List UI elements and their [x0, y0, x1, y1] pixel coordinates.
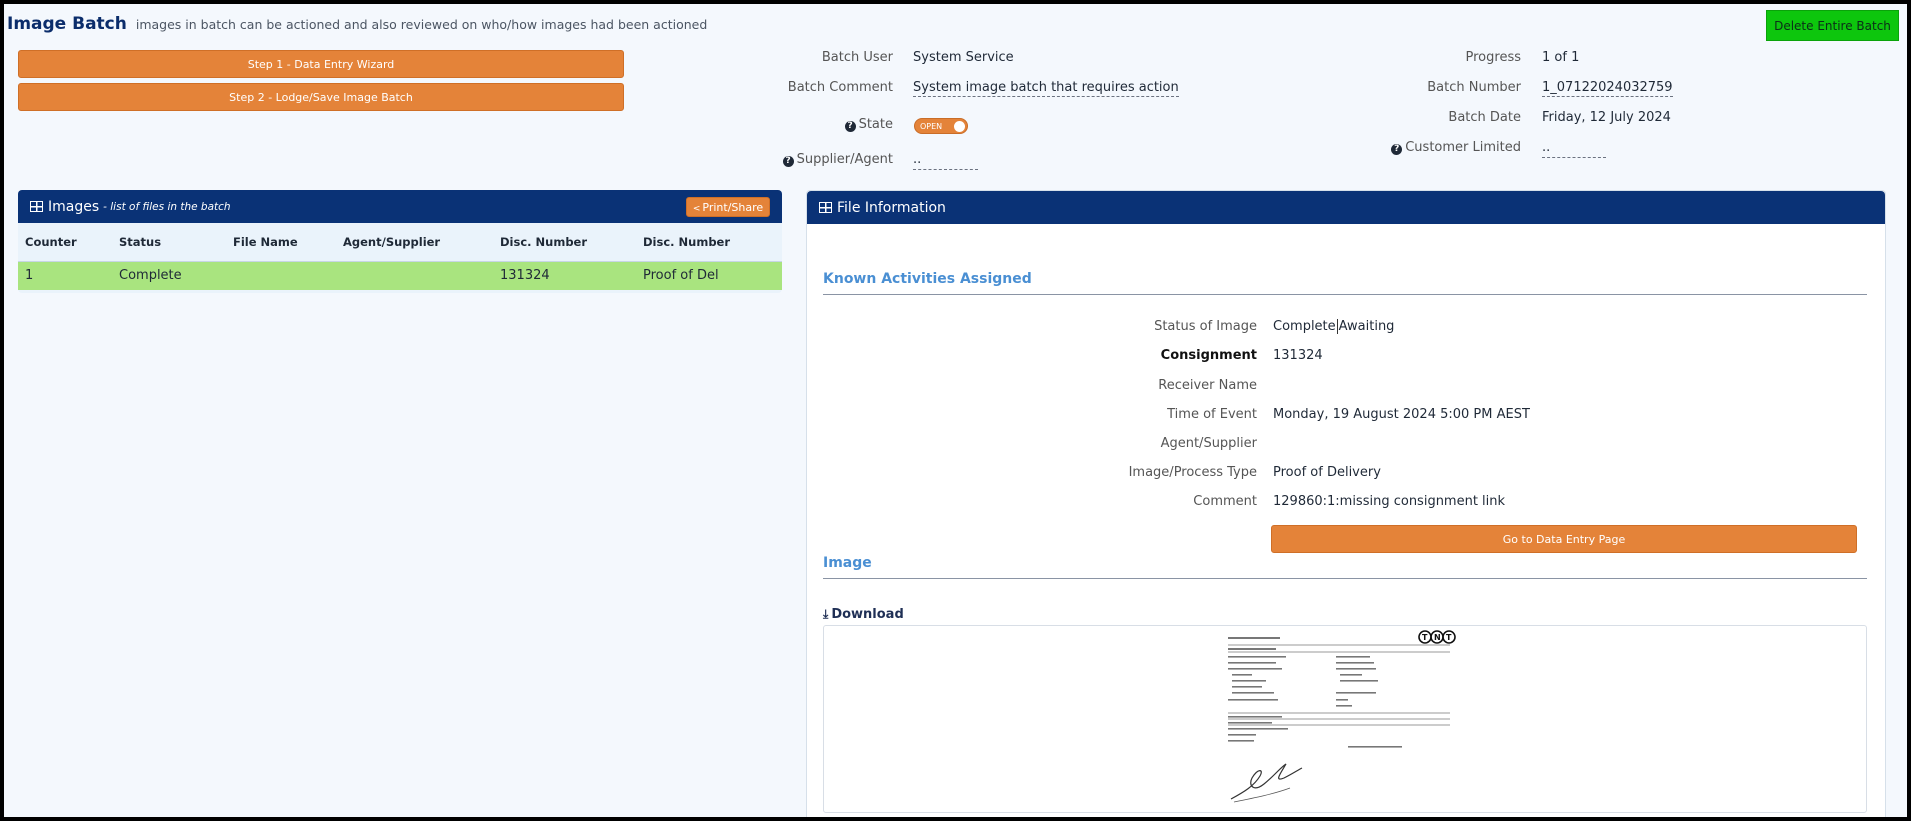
file-information-panel: File Information Known Activities Assign…	[806, 190, 1886, 817]
batch-comment-label: Batch Comment	[787, 80, 893, 95]
batch-date-value: Friday, 12 July 2024	[1542, 110, 1671, 125]
print-share-label: Print/Share	[702, 200, 764, 214]
print-share-button[interactable]: < Print/Share	[686, 197, 770, 217]
images-table: Counter Status File Name Agent/Supplier …	[18, 223, 782, 290]
supplier-agent-label-text: Supplier/Agent	[796, 152, 893, 167]
page-subtitle: images in batch can be actioned and also…	[135, 17, 708, 32]
svg-text:T: T	[1422, 633, 1428, 642]
pod-document-thumbnail: T N T	[1228, 630, 1456, 803]
help-icon[interactable]: ?	[844, 121, 856, 132]
comment-label: Comment	[1193, 494, 1257, 509]
state-toggle-text: OPEN	[920, 122, 943, 131]
table-cell: 1	[18, 261, 112, 290]
column-header[interactable]: Counter	[18, 223, 112, 262]
svg-text:N: N	[1434, 633, 1441, 642]
section-divider	[823, 294, 1867, 295]
batch-number-value[interactable]: 1_07122024032759	[1542, 80, 1673, 97]
help-icon[interactable]: ?	[1391, 144, 1403, 155]
file-panel-title: File Information	[837, 199, 946, 216]
consignment-value: 131324	[1273, 348, 1323, 363]
step1-data-entry-wizard-button[interactable]: Step 1 - Data Entry Wizard	[18, 50, 624, 78]
download-link[interactable]: ⤓ Download	[823, 607, 904, 622]
signature	[1230, 763, 1303, 800]
table-cell: Proof of Del	[636, 261, 782, 290]
images-panel-header: Images - list of files in the batch < Pri…	[18, 190, 782, 223]
state-label-text: State	[858, 117, 893, 132]
table-row[interactable]: 1 Complete 131324 Proof of Del	[18, 261, 782, 290]
status-separator	[1336, 319, 1338, 334]
batch-date-label: Batch Date	[1448, 110, 1521, 125]
table-cell	[336, 261, 493, 290]
image-preview[interactable]: T N T	[823, 625, 1867, 813]
supplier-agent-label: ? Supplier/Agent	[782, 152, 893, 167]
batch-comment-value[interactable]: System image batch that requires action	[913, 80, 1179, 97]
batch-user-value: System Service	[913, 50, 1014, 65]
column-header[interactable]: Disc. Number	[493, 223, 636, 262]
state-label: ? State	[844, 117, 893, 132]
tnt-logo: T N T	[1418, 630, 1456, 644]
time-of-event-label: Time of Event	[1167, 407, 1257, 422]
delete-entire-batch-button[interactable]: Delete Entire Batch	[1766, 10, 1899, 41]
known-activities-title: Known Activities Assigned	[823, 271, 1032, 287]
table-cell: Complete	[112, 261, 226, 290]
column-header[interactable]: Status	[112, 223, 226, 262]
comment-value: 129860:1:missing consignment link	[1273, 494, 1506, 509]
time-of-event-value: Monday, 19 August 2024 5:00 PM AEST	[1273, 407, 1530, 422]
table-icon	[30, 201, 43, 212]
table-icon	[819, 202, 832, 213]
title-row: Image Batch images in batch can be actio…	[7, 14, 707, 34]
receiver-name-label: Receiver Name	[1158, 378, 1257, 393]
consignment-label: Consignment	[1160, 348, 1257, 363]
go-to-data-entry-button[interactable]: Go to Data Entry Page	[1271, 525, 1857, 553]
page: Image Batch images in batch can be actio…	[4, 4, 1907, 817]
supplier-agent-value[interactable]: ..	[913, 152, 978, 170]
status-of-image-label: Status of Image	[1154, 319, 1257, 334]
customer-label: ? Customer Limited	[1391, 140, 1521, 155]
toggle-knob	[954, 121, 965, 132]
batch-user-label: Batch User	[821, 50, 893, 65]
status-awaiting: Awaiting	[1338, 319, 1395, 334]
status-of-image-value: Complete Awaiting	[1273, 319, 1394, 334]
images-panel: Images - list of files in the batch < Pri…	[18, 190, 782, 293]
customer-value[interactable]: ..	[1542, 140, 1606, 158]
step2-lodge-save-button[interactable]: Step 2 - Lodge/Save Image Batch	[18, 83, 624, 111]
table-cell: 131324	[493, 261, 636, 290]
images-panel-subtitle: - list of files in the batch	[103, 200, 231, 213]
customer-label-text: Customer Limited	[1405, 140, 1521, 155]
image-process-type-value: Proof of Delivery	[1273, 465, 1381, 480]
state-toggle[interactable]: OPEN	[914, 118, 968, 134]
svg-text:T: T	[1446, 633, 1452, 642]
download-icon: ⤓	[823, 607, 829, 621]
share-icon: <	[692, 203, 701, 214]
section-divider	[823, 578, 1867, 579]
help-icon[interactable]: ?	[782, 156, 794, 167]
column-header[interactable]: Disc. Number	[636, 223, 782, 262]
image-section-title: Image	[823, 555, 872, 571]
column-header[interactable]: Agent/Supplier	[336, 223, 493, 262]
table-header-row: Counter Status File Name Agent/Supplier …	[18, 223, 782, 262]
table-cell	[226, 261, 336, 290]
column-header[interactable]: File Name	[226, 223, 336, 262]
agent-supplier-label: Agent/Supplier	[1160, 436, 1257, 451]
download-label: Download	[831, 607, 904, 622]
batch-number-label: Batch Number	[1427, 80, 1521, 95]
progress-label: Progress	[1465, 50, 1521, 65]
images-panel-title: Images	[48, 198, 100, 215]
status-complete: Complete	[1273, 319, 1336, 334]
file-panel-header: File Information	[807, 191, 1885, 224]
progress-value: 1 of 1	[1542, 50, 1580, 65]
image-process-type-label: Image/Process Type	[1128, 465, 1257, 480]
page-title: Image Batch	[7, 14, 127, 34]
